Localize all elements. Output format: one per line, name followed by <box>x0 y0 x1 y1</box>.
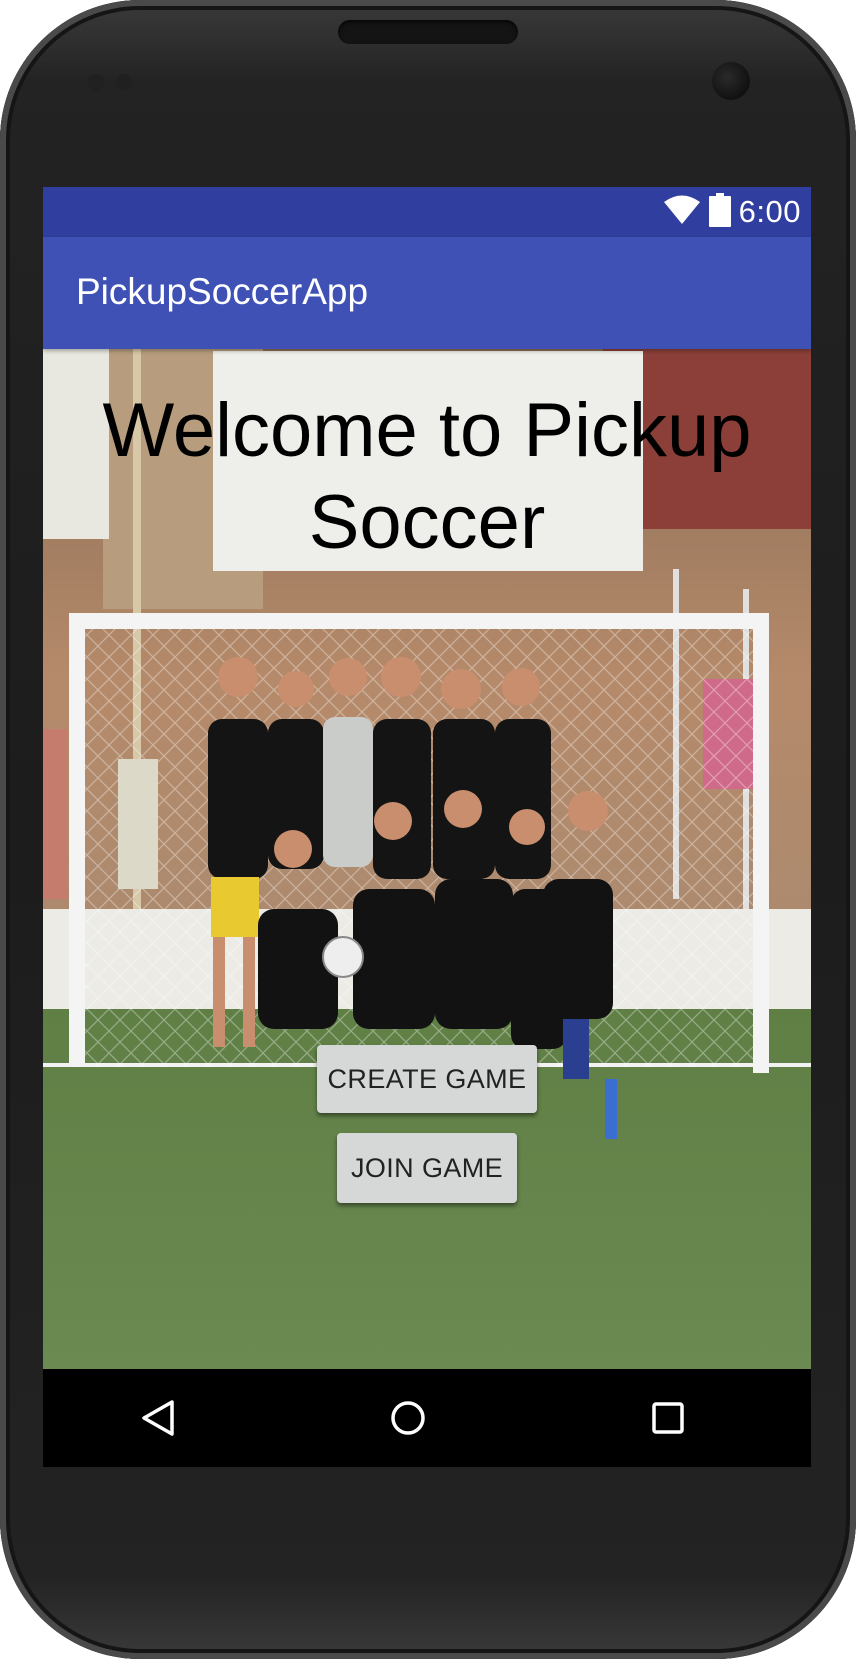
main-content: Welcome to Pickup Soccer CREATE GAME JOI… <box>43 349 811 1369</box>
phone-frame: 6:00 PickupSoccerApp Welcome to Pickup S… <box>0 0 856 1659</box>
status-time: 6:00 <box>738 194 801 229</box>
app-bar: PickupSoccerApp <box>43 237 811 349</box>
navigation-bar <box>43 1369 811 1467</box>
home-icon[interactable] <box>383 1393 433 1443</box>
light-sensor <box>116 74 132 90</box>
join-game-button[interactable]: JOIN GAME <box>337 1133 517 1203</box>
earpiece-speaker <box>338 20 518 44</box>
proximity-sensor <box>88 74 104 90</box>
phone-screen: 6:00 PickupSoccerApp Welcome to Pickup S… <box>43 187 811 1467</box>
battery-icon <box>708 193 731 231</box>
status-bar: 6:00 <box>43 187 811 237</box>
recents-icon[interactable] <box>643 1393 693 1443</box>
front-camera <box>712 62 750 100</box>
back-icon[interactable] <box>133 1393 183 1443</box>
create-game-button[interactable]: CREATE GAME <box>317 1045 537 1113</box>
welcome-heading: Welcome to Pickup Soccer <box>102 388 752 565</box>
wifi-icon <box>663 195 701 229</box>
app-title: PickupSoccerApp <box>76 271 369 312</box>
